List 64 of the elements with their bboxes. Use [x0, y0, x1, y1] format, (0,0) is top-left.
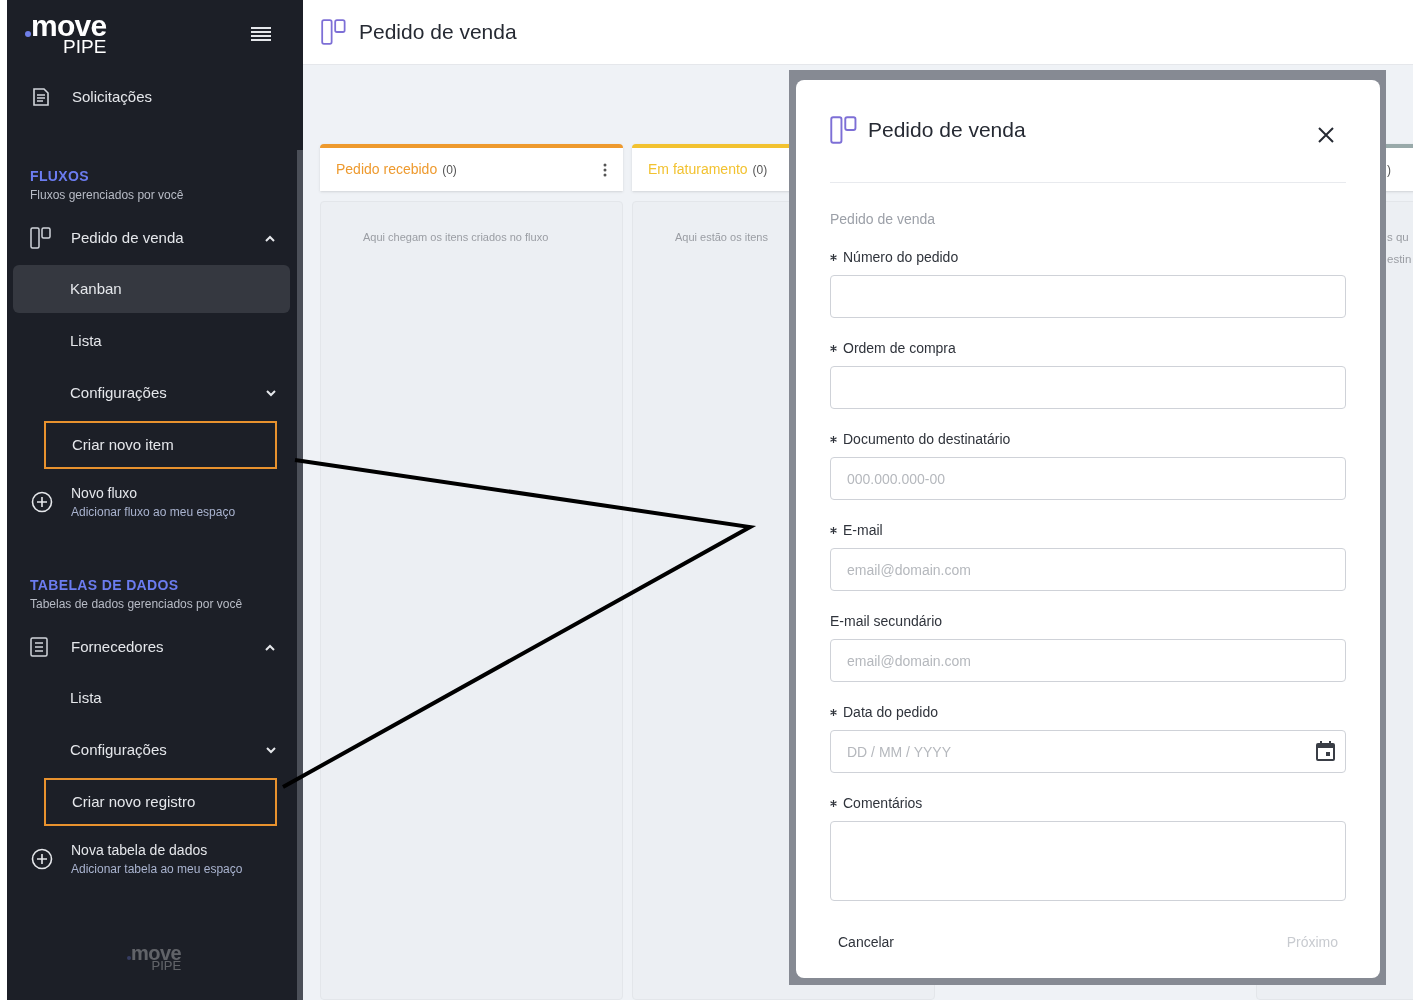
document-icon — [31, 87, 51, 107]
add-item-description: Adicionar tabela ao meu espaço — [71, 861, 243, 878]
section-subtitle: Fluxos gerenciados por você — [30, 187, 185, 204]
input-field[interactable]: email@domain.com — [830, 639, 1346, 682]
date-field[interactable]: DD / MM / YYYY — [830, 730, 1346, 773]
section-subtitle: Tabelas de dados gerenciados por você — [30, 596, 244, 613]
section-title: TABELAS DE DADOS — [30, 576, 180, 594]
field-label: E-mail — [843, 521, 883, 539]
sidebar-subitem[interactable]: Configurações — [13, 726, 290, 774]
field-label: Ordem de compra — [843, 339, 956, 357]
column-empty-text: s qu — [1387, 230, 1409, 245]
close-icon[interactable] — [1318, 127, 1334, 143]
menu-icon[interactable] — [251, 25, 271, 42]
sidebar-subitem[interactable]: Kanban — [13, 265, 290, 313]
page-title: Pedido de venda — [359, 19, 517, 46]
column-count: (0) — [442, 161, 458, 179]
column-empty-text: Aqui chegam os itens criados no fluxo — [363, 230, 549, 245]
sidebar-group[interactable]: Pedido de venda — [7, 213, 297, 263]
sidebar-subitem[interactable]: Criar novo item — [44, 421, 277, 469]
add-item[interactable]: Novo fluxo Adicionar fluxo ao meu espaço — [7, 476, 297, 528]
sidebar-subitem[interactable]: Configurações — [13, 369, 290, 417]
modal-title: Pedido de venda — [868, 117, 1027, 144]
board-icon — [30, 227, 52, 249]
column-count: ) — [1387, 161, 1391, 179]
table-icon — [30, 637, 48, 657]
plus-circle-icon — [31, 491, 53, 513]
form-section-title: Pedido de venda — [830, 210, 937, 229]
field-label: E-mail secundário — [830, 612, 943, 630]
chevron-down-icon — [266, 389, 276, 397]
board-icon — [830, 116, 858, 144]
input-field[interactable] — [830, 275, 1346, 318]
plus-circle-icon — [31, 848, 53, 870]
sidebar-subitem[interactable]: Lista — [13, 674, 290, 722]
sidebar-item[interactable]: Solicitações — [7, 65, 303, 129]
add-item-label: Novo fluxo — [71, 484, 139, 503]
chevron-down-icon — [266, 746, 276, 754]
kebab-menu-icon[interactable] — [603, 162, 607, 177]
logo: move PIPE — [126, 943, 182, 972]
column-title: Em faturamento — [648, 160, 748, 179]
input-field[interactable]: 000.000.000-00 — [830, 457, 1346, 500]
section-title: FLUXOS — [30, 167, 90, 185]
input-field[interactable] — [830, 366, 1346, 409]
column-count: (0) — [752, 161, 769, 179]
add-item-description: Adicionar fluxo ao meu espaço — [71, 504, 236, 521]
logo: move PIPE — [25, 11, 107, 56]
column-title: Pedido recebido — [336, 160, 438, 179]
field-label: Comentários — [843, 794, 923, 812]
scrollbar[interactable] — [297, 150, 303, 1000]
sidebar-group[interactable]: Fornecedores — [7, 622, 297, 672]
board-icon — [321, 19, 347, 45]
cancel-button[interactable]: Cancelar — [838, 932, 895, 953]
add-item-label: Nova tabela de dados — [71, 841, 209, 860]
column-empty-text: Aqui estão os itens — [675, 230, 768, 245]
sidebar-subitem[interactable]: Criar novo registro — [44, 778, 277, 826]
input-field[interactable]: email@domain.com — [830, 548, 1346, 591]
calendar-icon[interactable] — [1316, 741, 1335, 761]
sidebar-subitem[interactable]: Lista — [13, 317, 290, 365]
column-empty-text: estin — [1387, 252, 1412, 267]
chevron-up-icon — [265, 643, 275, 651]
field-label: Número do pedido — [843, 248, 959, 266]
add-item[interactable]: Nova tabela de dados Adicionar tabela ao meu espaço — [7, 833, 297, 885]
field-label: Documento do destinatário — [843, 430, 1011, 448]
chevron-up-icon — [265, 234, 275, 242]
field-label: Data do pedido — [843, 703, 938, 721]
